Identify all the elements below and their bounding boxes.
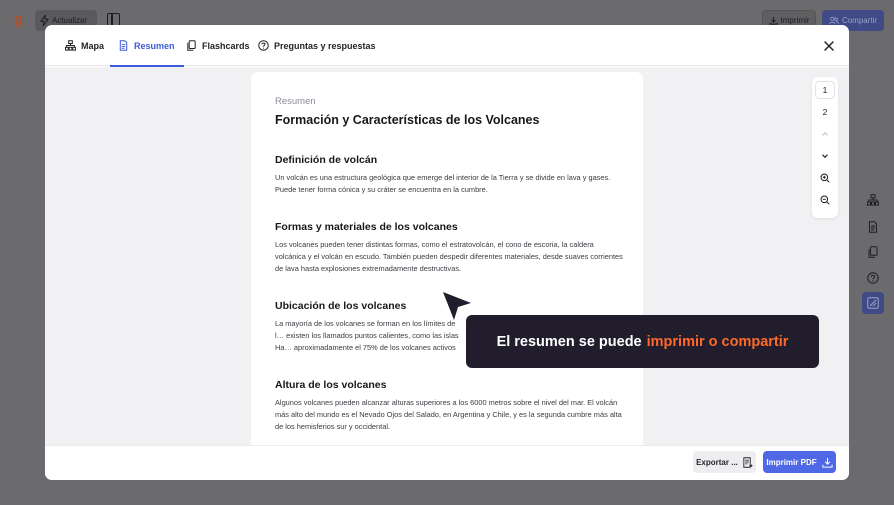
page-up-button[interactable] xyxy=(815,125,835,143)
section-heading: Formas y materiales de los volcanes xyxy=(275,221,458,233)
print-pdf-label: Imprimir PDF xyxy=(766,457,817,467)
rail-map-icon[interactable] xyxy=(862,189,884,211)
modal-footer: Exportar ... Imprimir PDF xyxy=(45,445,849,480)
tab-mapa[interactable]: Mapa xyxy=(65,25,104,66)
zoom-out-icon xyxy=(820,195,830,205)
close-icon[interactable] xyxy=(822,39,836,53)
tab-flashcards[interactable]: Flashcards xyxy=(186,25,250,66)
page-down-button[interactable] xyxy=(815,147,835,165)
download-icon xyxy=(822,457,833,468)
tab-label: Resumen xyxy=(134,40,175,51)
rail-image-icon[interactable] xyxy=(862,292,884,314)
zoom-in-button[interactable] xyxy=(815,169,835,187)
rail-document-icon[interactable] xyxy=(862,216,884,238)
chevron-down-icon xyxy=(822,154,828,159)
share-label: Compartir xyxy=(841,16,878,25)
tab-label: Flashcards xyxy=(202,40,250,51)
page-controls: 1 2 xyxy=(812,77,838,218)
section-body: Algunos volcanes pueden alcanzar alturas… xyxy=(275,398,622,431)
question-icon xyxy=(258,40,269,51)
download-icon xyxy=(768,16,778,25)
rail-question-icon[interactable] xyxy=(862,267,884,289)
export-button[interactable]: Exportar ... xyxy=(693,451,756,473)
section-body: Un volcán es una estructura geológica qu… xyxy=(275,173,611,194)
summary-document: Resumen Formación y Características de l… xyxy=(251,72,643,452)
tab-resumen[interactable]: Resumen xyxy=(110,25,183,67)
page-1-button[interactable]: 1 xyxy=(815,81,835,99)
section-body: La mayoría de los volcanes se forman en … xyxy=(275,319,459,352)
export-label: Exportar ... xyxy=(696,457,738,467)
rail-cards-icon[interactable] xyxy=(862,241,884,263)
chevron-up-icon xyxy=(822,132,828,136)
hint-tooltip: El resumen se puede imprimir o compartir xyxy=(466,315,819,368)
tab-bar: Mapa Resumen Flashcards Preguntas y resp… xyxy=(45,25,849,67)
section-heading: Definición de volcán xyxy=(275,154,378,166)
hint-highlight: imprimir o compartir xyxy=(646,333,789,350)
map-icon xyxy=(65,40,76,51)
update-label: Actualizar xyxy=(52,16,88,25)
document-viewer[interactable]: Resumen Formación y Características de l… xyxy=(45,67,849,452)
cards-icon xyxy=(187,40,196,51)
zoom-out-button[interactable] xyxy=(815,191,835,209)
section-heading: Ubicación de los volcanes xyxy=(275,300,407,312)
document-kicker: Resumen xyxy=(275,96,316,107)
section-heading: Altura de los volcanes xyxy=(275,379,387,391)
export-document-icon xyxy=(743,456,753,468)
tab-preguntas[interactable]: Preguntas y respuestas xyxy=(258,25,376,66)
print-pdf-button[interactable]: Imprimir PDF xyxy=(763,451,836,473)
app-logo: g xyxy=(14,11,24,28)
section-body: Los volcanes pueden tener distintas form… xyxy=(275,240,623,273)
tab-label: Mapa xyxy=(81,40,105,51)
document-icon xyxy=(119,40,128,51)
summary-modal: Mapa Resumen Flashcards Preguntas y resp… xyxy=(45,25,849,480)
hint-text: El resumen se puede xyxy=(496,333,642,350)
zoom-in-icon xyxy=(820,173,830,183)
page-2-button[interactable]: 2 xyxy=(815,103,835,121)
tab-label: Preguntas y respuestas xyxy=(274,40,376,51)
print-label: Imprimir xyxy=(780,16,810,25)
users-icon xyxy=(829,16,839,24)
document-title: Formación y Características de los Volca… xyxy=(275,113,540,127)
